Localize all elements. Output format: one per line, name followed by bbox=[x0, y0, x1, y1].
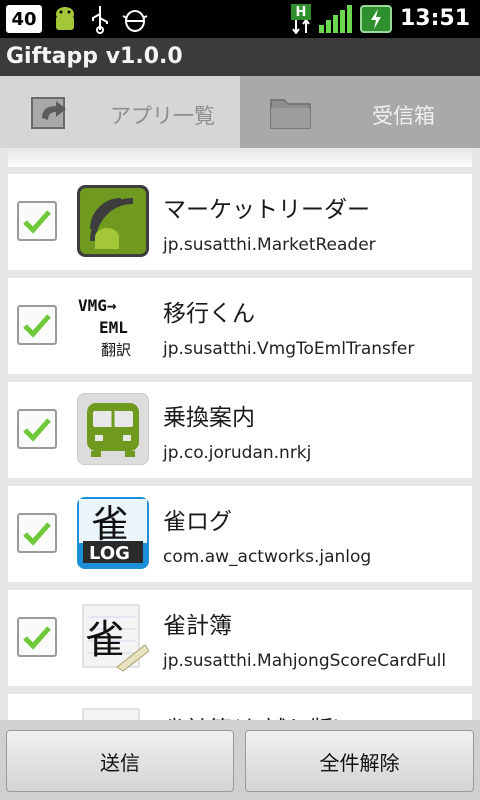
svg-text:雀: 雀 bbox=[91, 502, 129, 546]
svg-text:VMG→: VMG→ bbox=[78, 296, 117, 315]
mahjong-scorecard-trial-icon bbox=[82, 708, 140, 720]
checkbox[interactable] bbox=[17, 201, 57, 241]
list-item[interactable]: 雀 LOG 雀ログ com.aw_actworks.janlog bbox=[8, 486, 472, 582]
checkbox[interactable] bbox=[17, 617, 57, 657]
list-item[interactable]: 雀 雀計簿 jp.susatthi.MahjongScoreCardFull bbox=[8, 590, 472, 686]
svg-text:翻訳: 翻訳 bbox=[101, 341, 131, 359]
tab-app-list[interactable]: アプリ一覧 bbox=[0, 76, 240, 148]
check-icon bbox=[23, 418, 51, 442]
tab-bar: アプリ一覧 受信箱 bbox=[0, 76, 480, 148]
check-icon bbox=[23, 626, 51, 650]
send-button[interactable]: 送信 bbox=[6, 730, 234, 792]
list-top-fade bbox=[0, 148, 480, 170]
clock: 13:51 bbox=[399, 6, 470, 31]
train-icon bbox=[77, 393, 149, 465]
list-item[interactable]: 雀計簿(お試し版) bbox=[8, 694, 472, 720]
android-icon bbox=[56, 7, 74, 30]
app-package: jp.co.jorudan.nrkj bbox=[163, 443, 312, 463]
usb-icon bbox=[92, 6, 108, 34]
app-title: Giftapp v1.0.0 bbox=[6, 44, 183, 69]
tab-app-list-label: アプリ一覧 bbox=[110, 104, 215, 128]
svg-text:EML: EML bbox=[99, 318, 128, 337]
app-name: マーケットリーダー bbox=[163, 197, 370, 223]
app-package: jp.susatthi.MahjongScoreCardFull bbox=[163, 651, 447, 671]
app-list[interactable]: マーケットリーダー jp.susatthi.MarketReader VMG→ … bbox=[0, 148, 480, 720]
bottom-action-bar: 送信 全件解除 bbox=[0, 720, 480, 800]
checkbox[interactable] bbox=[17, 513, 57, 553]
mahjong-scorecard-icon: 雀 bbox=[77, 601, 149, 673]
status-bar: 40 H 13:51 bbox=[0, 0, 480, 38]
check-icon bbox=[23, 210, 51, 234]
market-reader-icon bbox=[77, 185, 149, 257]
refresh-icon bbox=[31, 97, 66, 129]
app-name: 移行くん bbox=[163, 301, 255, 327]
data-transfer-icon: H bbox=[290, 4, 311, 34]
list-item[interactable]: VMG→ EML 翻訳 移行くん jp.susatthi.VmgToEmlTra… bbox=[8, 278, 472, 374]
tab-inbox[interactable]: 受信箱 bbox=[240, 76, 480, 148]
list-item[interactable]: マーケットリーダー jp.susatthi.MarketReader bbox=[8, 174, 472, 270]
app-package: jp.susatthi.VmgToEmlTransfer bbox=[163, 339, 415, 359]
folder-icon bbox=[270, 99, 311, 129]
app-name: 雀計簿 bbox=[163, 613, 232, 639]
check-icon bbox=[23, 314, 51, 338]
battery-charging-icon bbox=[359, 5, 392, 33]
check-icon bbox=[23, 522, 51, 546]
tab-inbox-label: 受信箱 bbox=[372, 104, 435, 128]
app-package: jp.susatthi.MarketReader bbox=[163, 235, 376, 255]
svg-text:雀: 雀 bbox=[85, 617, 125, 663]
app-title-bar: Giftapp v1.0.0 bbox=[0, 38, 480, 76]
debug-icon bbox=[122, 10, 148, 32]
vmg-to-eml-icon: VMG→ EML 翻訳 bbox=[77, 289, 149, 361]
app-name: 雀ログ bbox=[163, 509, 232, 535]
signal-icon bbox=[318, 5, 352, 33]
clear-all-button[interactable]: 全件解除 bbox=[245, 730, 474, 792]
svg-text:LOG: LOG bbox=[89, 543, 130, 564]
app-name: 雀計簿(お試し版) bbox=[163, 710, 342, 720]
app-package: com.aw_actworks.janlog bbox=[163, 547, 372, 567]
janlog-icon: 雀 LOG bbox=[77, 497, 149, 569]
app-name: 乗換案内 bbox=[163, 405, 255, 431]
checkbox[interactable] bbox=[17, 305, 57, 345]
checkbox[interactable] bbox=[17, 409, 57, 449]
list-item[interactable]: 乗換案内 jp.co.jorudan.nrkj bbox=[8, 382, 472, 478]
notification-40-icon: 40 bbox=[6, 5, 42, 33]
